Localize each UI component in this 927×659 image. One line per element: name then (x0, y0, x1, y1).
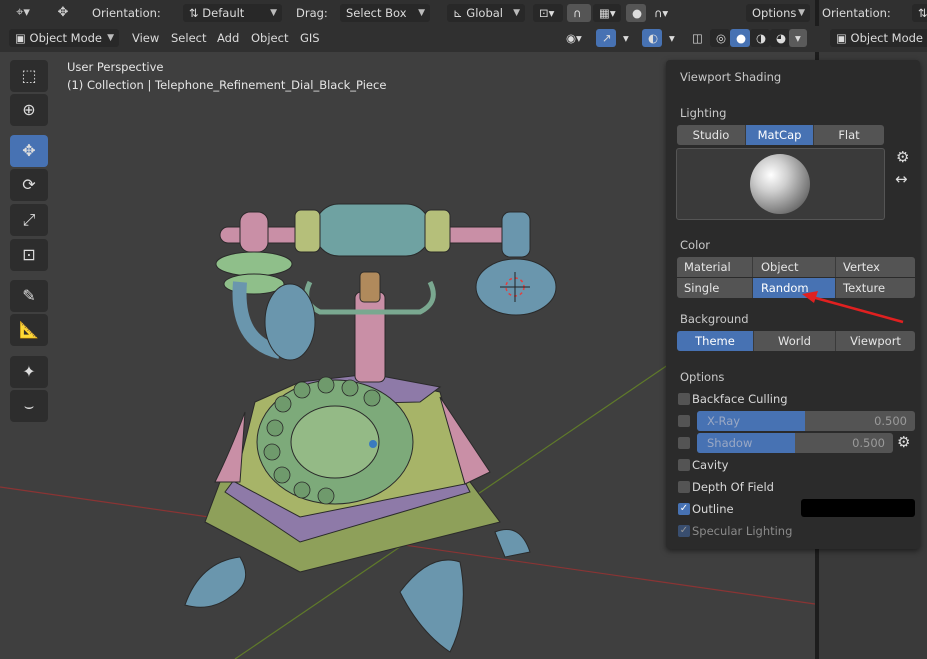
red-arrow-line (811, 295, 904, 324)
red-arrow-head (802, 291, 818, 303)
annotation-overlay (802, 291, 904, 324)
